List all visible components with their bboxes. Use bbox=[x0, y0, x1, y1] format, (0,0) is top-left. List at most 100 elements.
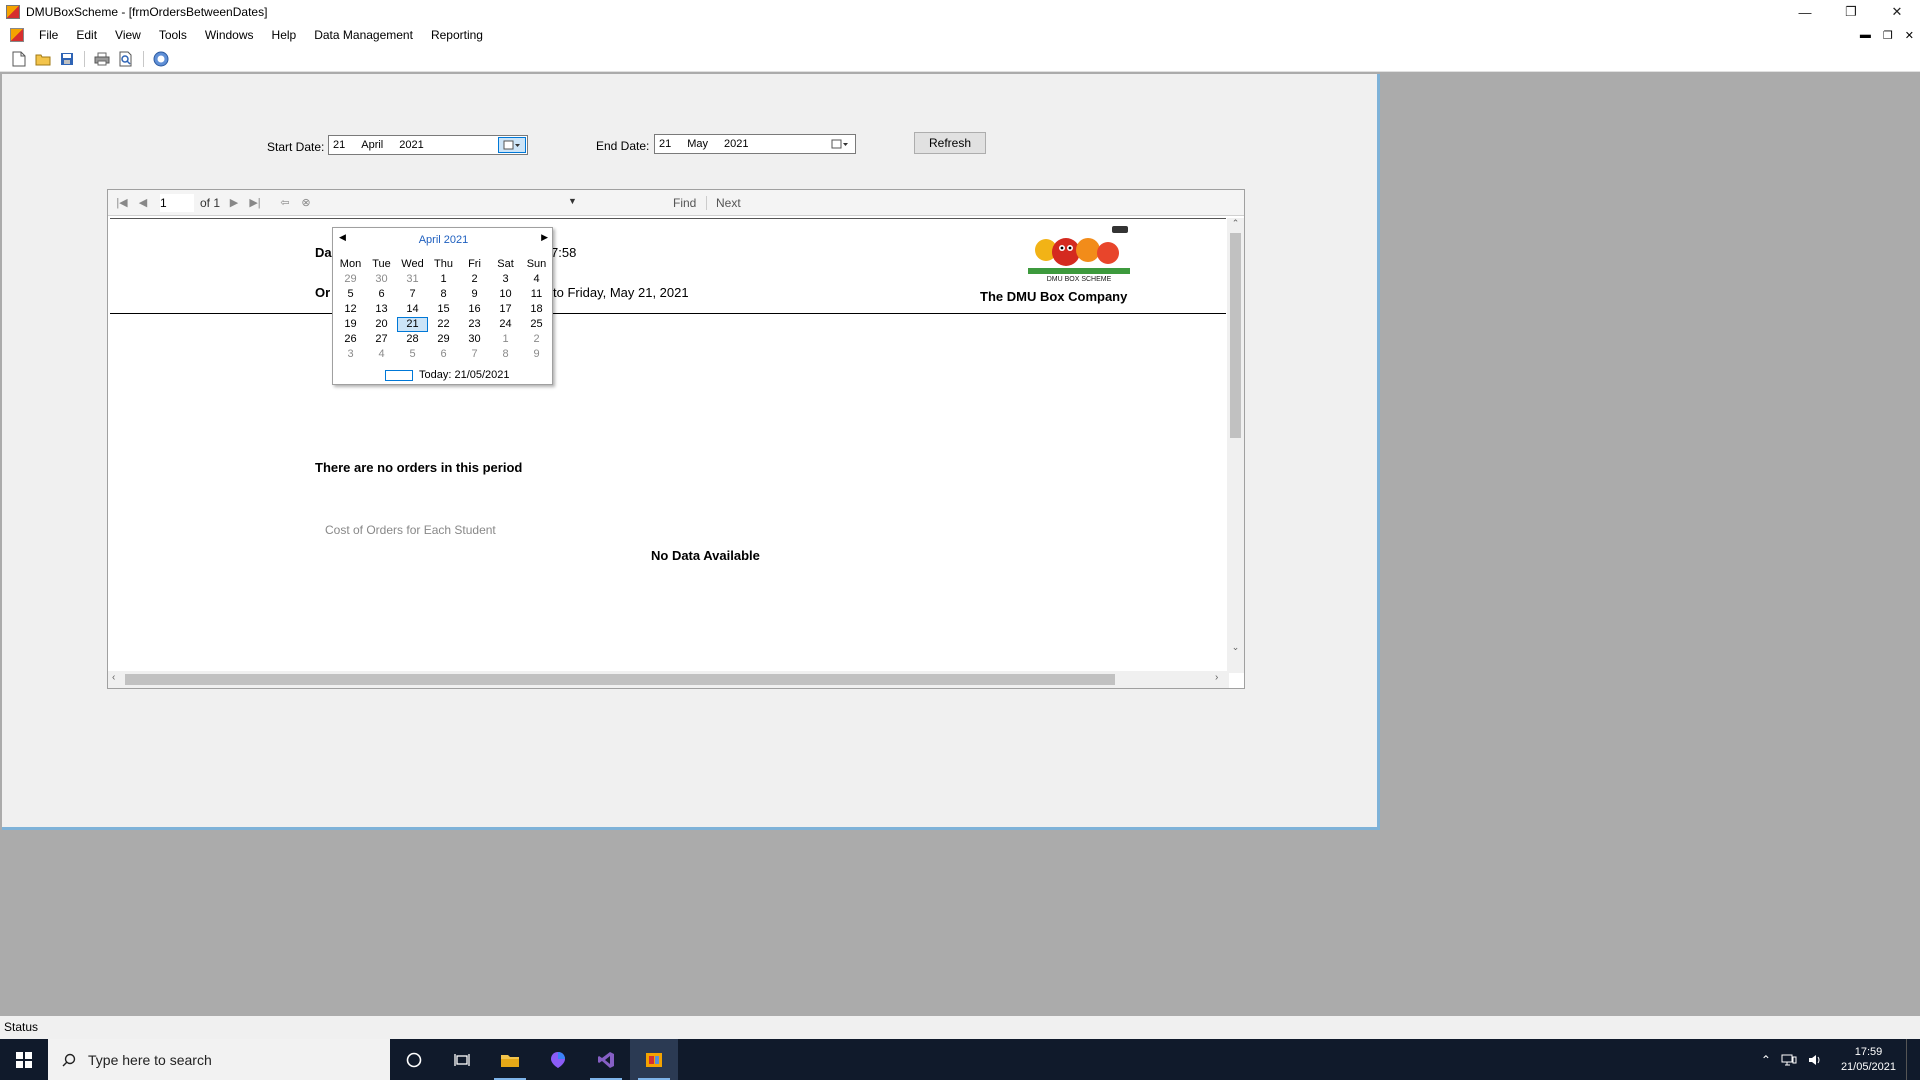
start-button[interactable] bbox=[0, 1039, 48, 1080]
first-page-icon[interactable]: |◀ bbox=[115, 196, 129, 210]
horizontal-scroll-thumb[interactable] bbox=[125, 674, 1115, 685]
menu-view[interactable]: View bbox=[106, 24, 150, 46]
calendar-day[interactable]: 8 bbox=[428, 287, 459, 302]
calendar-day-adjacent[interactable]: 30 bbox=[366, 272, 397, 287]
child-close-icon[interactable]: ✕ bbox=[1905, 29, 1914, 42]
calendar-dropdown-icon[interactable] bbox=[826, 136, 854, 152]
zoom-dropdown-icon[interactable]: ▼ bbox=[568, 196, 577, 206]
find-link[interactable]: Find bbox=[673, 196, 696, 210]
calendar-day[interactable]: 13 bbox=[366, 302, 397, 317]
scroll-right-icon[interactable]: › bbox=[1215, 672, 1218, 683]
calendar-day-adjacent[interactable]: 5 bbox=[397, 347, 428, 362]
taskbar-search[interactable]: Type here to search bbox=[48, 1039, 390, 1080]
page-number-input[interactable] bbox=[160, 193, 194, 212]
task-view-icon[interactable] bbox=[438, 1039, 486, 1080]
horizontal-scrollbar[interactable]: ‹ › bbox=[108, 671, 1229, 688]
calendar-day-adjacent[interactable]: 29 bbox=[335, 272, 366, 287]
open-folder-icon[interactable] bbox=[34, 50, 52, 68]
calendar-day[interactable]: 21 bbox=[397, 317, 428, 332]
calendar-day[interactable]: 23 bbox=[459, 317, 490, 332]
calendar-day[interactable]: 15 bbox=[428, 302, 459, 317]
search-placeholder[interactable]: Type here to search bbox=[88, 1052, 212, 1068]
vertical-scrollbar[interactable]: ⌃ ⌄ bbox=[1227, 218, 1244, 673]
end-date-picker[interactable]: 21 May 2021 bbox=[654, 134, 856, 154]
save-icon[interactable] bbox=[58, 50, 76, 68]
calendar-day[interactable]: 18 bbox=[521, 302, 552, 317]
calendar-day[interactable]: 28 bbox=[397, 332, 428, 347]
refresh-button[interactable]: Refresh bbox=[914, 132, 986, 154]
calendar-day[interactable]: 27 bbox=[366, 332, 397, 347]
start-year[interactable]: 2021 bbox=[399, 139, 423, 151]
child-restore-icon[interactable]: ❐ bbox=[1883, 29, 1893, 42]
next-page-icon[interactable]: ▶ bbox=[227, 196, 241, 210]
visual-studio-icon[interactable] bbox=[582, 1039, 630, 1080]
calendar-day[interactable]: 5 bbox=[335, 287, 366, 302]
calendar-day[interactable]: 6 bbox=[366, 287, 397, 302]
calendar-day[interactable]: 20 bbox=[366, 317, 397, 332]
menu-reporting[interactable]: Reporting bbox=[422, 24, 492, 46]
show-desktop-button[interactable] bbox=[1906, 1039, 1912, 1080]
close-icon[interactable]: ✕ bbox=[1874, 0, 1920, 24]
calendar-month-label[interactable]: April 2021 bbox=[333, 234, 554, 246]
help-icon[interactable] bbox=[152, 50, 170, 68]
new-file-icon[interactable] bbox=[10, 50, 28, 68]
stop-icon[interactable]: ⊗ bbox=[299, 196, 313, 210]
file-explorer-icon[interactable] bbox=[486, 1039, 534, 1080]
end-month[interactable]: May bbox=[687, 138, 708, 150]
menu-file[interactable]: File bbox=[30, 24, 67, 46]
calendar-day[interactable]: 2 bbox=[459, 272, 490, 287]
calendar-day[interactable]: 16 bbox=[459, 302, 490, 317]
minimize-icon[interactable]: — bbox=[1782, 0, 1828, 24]
calendar-day-adjacent[interactable]: 4 bbox=[366, 347, 397, 362]
calendar-day[interactable]: 17 bbox=[490, 302, 521, 317]
calendar-day[interactable]: 3 bbox=[490, 272, 521, 287]
calendar-day[interactable]: 22 bbox=[428, 317, 459, 332]
next-month-icon[interactable]: ▶ bbox=[541, 232, 548, 243]
taskbar-clock[interactable]: 17:59 21/05/2021 bbox=[1841, 1045, 1896, 1075]
cortana-icon[interactable] bbox=[390, 1039, 438, 1080]
start-month[interactable]: April bbox=[361, 139, 383, 151]
scroll-left-icon[interactable]: ‹ bbox=[112, 672, 115, 683]
calendar-dropdown-icon[interactable] bbox=[498, 137, 526, 153]
calendar-day-adjacent[interactable]: 9 bbox=[521, 347, 552, 362]
calendar-day-adjacent[interactable]: 6 bbox=[428, 347, 459, 362]
paint-3d-icon[interactable] bbox=[534, 1039, 582, 1080]
calendar-day[interactable]: 24 bbox=[490, 317, 521, 332]
end-year[interactable]: 2021 bbox=[724, 138, 748, 150]
today-label[interactable]: Today: 21/05/2021 bbox=[419, 369, 510, 381]
menu-edit[interactable]: Edit bbox=[67, 24, 106, 46]
calendar-day[interactable]: 14 bbox=[397, 302, 428, 317]
child-minimize-icon[interactable]: ▬ bbox=[1860, 29, 1871, 41]
scroll-down-icon[interactable]: ⌄ bbox=[1227, 642, 1244, 653]
calendar-day[interactable]: 25 bbox=[521, 317, 552, 332]
previous-page-icon[interactable]: ◀ bbox=[136, 196, 150, 210]
calendar-day-adjacent[interactable]: 31 bbox=[397, 272, 428, 287]
start-date-picker[interactable]: 21 April 2021 bbox=[328, 135, 528, 155]
print-icon[interactable] bbox=[93, 50, 111, 68]
print-preview-icon[interactable] bbox=[117, 50, 135, 68]
scroll-up-icon[interactable]: ⌃ bbox=[1227, 218, 1244, 229]
menu-windows[interactable]: Windows bbox=[196, 24, 263, 46]
mdi-child-icon[interactable] bbox=[10, 28, 24, 42]
calendar-day[interactable]: 26 bbox=[335, 332, 366, 347]
calendar-day-adjacent[interactable]: 2 bbox=[521, 332, 552, 347]
calendar-day[interactable]: 11 bbox=[521, 287, 552, 302]
calendar-day[interactable]: 9 bbox=[459, 287, 490, 302]
restore-icon[interactable]: ❐ bbox=[1828, 0, 1874, 24]
volume-icon[interactable] bbox=[1807, 1053, 1823, 1067]
dmu-box-scheme-app-icon[interactable] bbox=[630, 1039, 678, 1080]
calendar-day-adjacent[interactable]: 1 bbox=[490, 332, 521, 347]
last-page-icon[interactable]: ▶| bbox=[248, 196, 262, 210]
network-icon[interactable] bbox=[1781, 1053, 1797, 1067]
calendar-day[interactable]: 7 bbox=[397, 287, 428, 302]
show-hidden-icons-icon[interactable]: ⌃ bbox=[1761, 1053, 1771, 1067]
calendar-day[interactable]: 30 bbox=[459, 332, 490, 347]
start-day[interactable]: 21 bbox=[333, 139, 345, 151]
calendar-day[interactable]: 19 bbox=[335, 317, 366, 332]
vertical-scroll-thumb[interactable] bbox=[1230, 233, 1241, 438]
calendar-day-adjacent[interactable]: 7 bbox=[459, 347, 490, 362]
find-next-link[interactable]: Next bbox=[716, 196, 741, 210]
calendar-day[interactable]: 10 bbox=[490, 287, 521, 302]
calendar-day-adjacent[interactable]: 3 bbox=[335, 347, 366, 362]
calendar-day[interactable]: 29 bbox=[428, 332, 459, 347]
